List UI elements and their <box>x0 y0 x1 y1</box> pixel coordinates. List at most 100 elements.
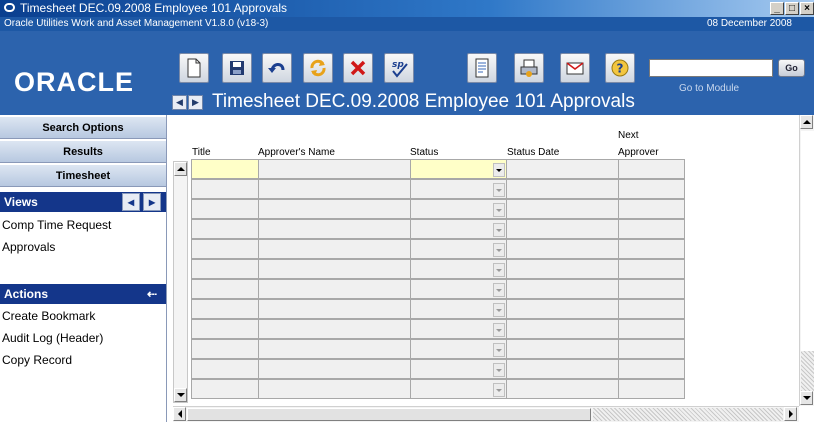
approver-name-cell[interactable] <box>258 219 411 239</box>
page-scroll-down-icon[interactable] <box>800 391 813 405</box>
status-cell[interactable] <box>410 259 507 279</box>
status-cell[interactable] <box>410 319 507 339</box>
title-cell[interactable] <box>191 299 259 319</box>
approver-name-cell[interactable] <box>258 379 411 399</box>
chevron-down-icon[interactable] <box>493 163 505 177</box>
approver-name-cell[interactable] <box>258 319 411 339</box>
chevron-down-icon[interactable] <box>493 303 505 317</box>
status-date-cell[interactable] <box>506 259 619 279</box>
status-date-cell[interactable] <box>506 199 619 219</box>
status-cell[interactable] <box>410 339 507 359</box>
status-date-cell[interactable] <box>506 279 619 299</box>
page-scroll-up-icon[interactable] <box>800 115 813 129</box>
approver-name-cell[interactable] <box>258 199 411 219</box>
next-approver-cell[interactable] <box>618 319 685 339</box>
title-cell[interactable] <box>191 159 259 179</box>
horizontal-scroll-thumb[interactable] <box>187 408 591 421</box>
title-cell[interactable] <box>191 259 259 279</box>
next-approver-cell[interactable] <box>618 359 685 379</box>
status-cell[interactable] <box>410 379 507 399</box>
scroll-left-icon[interactable] <box>173 407 186 421</box>
go-button[interactable]: Go <box>778 59 805 77</box>
status-date-cell[interactable] <box>506 299 619 319</box>
status-cell[interactable] <box>410 359 507 379</box>
title-cell[interactable] <box>191 279 259 299</box>
page-vertical-scrollbar[interactable] <box>799 115 814 406</box>
next-approver-cell[interactable] <box>618 159 685 179</box>
title-cell[interactable] <box>191 219 259 239</box>
minimize-button[interactable]: _ <box>770 2 784 15</box>
next-approver-cell[interactable] <box>618 239 685 259</box>
next-approver-cell[interactable] <box>618 279 685 299</box>
horizontal-scroll-track[interactable] <box>593 408 783 421</box>
previous-record-icon[interactable]: ◀ <box>172 95 187 110</box>
refresh-icon[interactable] <box>303 53 333 83</box>
status-cell[interactable] <box>410 239 507 259</box>
status-date-cell[interactable] <box>506 239 619 259</box>
chevron-down-icon[interactable] <box>493 383 505 397</box>
view-approvals[interactable]: Approvals <box>2 240 55 254</box>
status-date-cell[interactable] <box>506 379 619 399</box>
next-approver-cell[interactable] <box>618 219 685 239</box>
grid-vertical-scrollbar[interactable] <box>173 161 188 403</box>
next-approver-cell[interactable] <box>618 379 685 399</box>
chevron-down-icon[interactable] <box>493 343 505 357</box>
undo-icon[interactable] <box>262 53 292 83</box>
close-button[interactable]: × <box>800 2 814 15</box>
status-cell[interactable] <box>410 159 507 179</box>
title-cell[interactable] <box>191 339 259 359</box>
next-approver-cell[interactable] <box>618 299 685 319</box>
scroll-down-icon[interactable] <box>174 388 187 402</box>
approver-name-cell[interactable] <box>258 279 411 299</box>
status-cell[interactable] <box>410 219 507 239</box>
tab-timesheet[interactable]: Timesheet <box>0 165 166 187</box>
status-cell[interactable] <box>410 179 507 199</box>
status-date-cell[interactable] <box>506 359 619 379</box>
page-scroll-thumb[interactable] <box>801 131 814 351</box>
spell-check-icon[interactable]: sp <box>384 53 414 83</box>
approver-name-cell[interactable] <box>258 359 411 379</box>
scroll-right-icon[interactable] <box>784 407 797 421</box>
chevron-down-icon[interactable] <box>493 223 505 237</box>
tab-results[interactable]: Results <box>0 141 166 163</box>
maximize-button[interactable]: □ <box>785 2 799 15</box>
status-cell[interactable] <box>410 299 507 319</box>
next-approver-cell[interactable] <box>618 339 685 359</box>
next-approver-cell[interactable] <box>618 259 685 279</box>
views-previous-icon[interactable]: ◂ <box>122 193 140 211</box>
status-date-cell[interactable] <box>506 219 619 239</box>
status-date-cell[interactable] <box>506 319 619 339</box>
views-next-icon[interactable]: ▸ <box>143 193 161 211</box>
status-date-cell[interactable] <box>506 179 619 199</box>
approver-name-cell[interactable] <box>258 239 411 259</box>
goto-module-input[interactable] <box>649 59 773 77</box>
print-icon[interactable] <box>514 53 544 83</box>
action-copy-record[interactable]: Copy Record <box>2 353 72 367</box>
delete-icon[interactable] <box>343 53 373 83</box>
status-date-cell[interactable] <box>506 159 619 179</box>
chevron-down-icon[interactable] <box>493 363 505 377</box>
approver-name-cell[interactable] <box>258 339 411 359</box>
new-icon[interactable] <box>179 53 209 83</box>
next-record-icon[interactable]: ▶ <box>188 95 203 110</box>
status-date-cell[interactable] <box>506 339 619 359</box>
scroll-up-icon[interactable] <box>174 162 187 176</box>
horizontal-scrollbar[interactable] <box>173 406 799 422</box>
approver-name-cell[interactable] <box>258 259 411 279</box>
approver-name-cell[interactable] <box>258 179 411 199</box>
title-cell[interactable] <box>191 239 259 259</box>
chevron-down-icon[interactable] <box>493 263 505 277</box>
status-cell[interactable] <box>410 279 507 299</box>
help-icon[interactable]: ? <box>605 53 635 83</box>
page-scroll-track[interactable] <box>801 351 814 391</box>
chevron-down-icon[interactable] <box>493 243 505 257</box>
approver-name-cell[interactable] <box>258 159 411 179</box>
approver-name-cell[interactable] <box>258 299 411 319</box>
tab-search-options[interactable]: Search Options <box>0 117 166 139</box>
next-approver-cell[interactable] <box>618 199 685 219</box>
action-create-bookmark[interactable]: Create Bookmark <box>2 309 95 323</box>
actions-collapse-icon[interactable]: ⇠ <box>143 285 161 303</box>
report-icon[interactable] <box>467 53 497 83</box>
chevron-down-icon[interactable] <box>493 283 505 297</box>
title-cell[interactable] <box>191 179 259 199</box>
